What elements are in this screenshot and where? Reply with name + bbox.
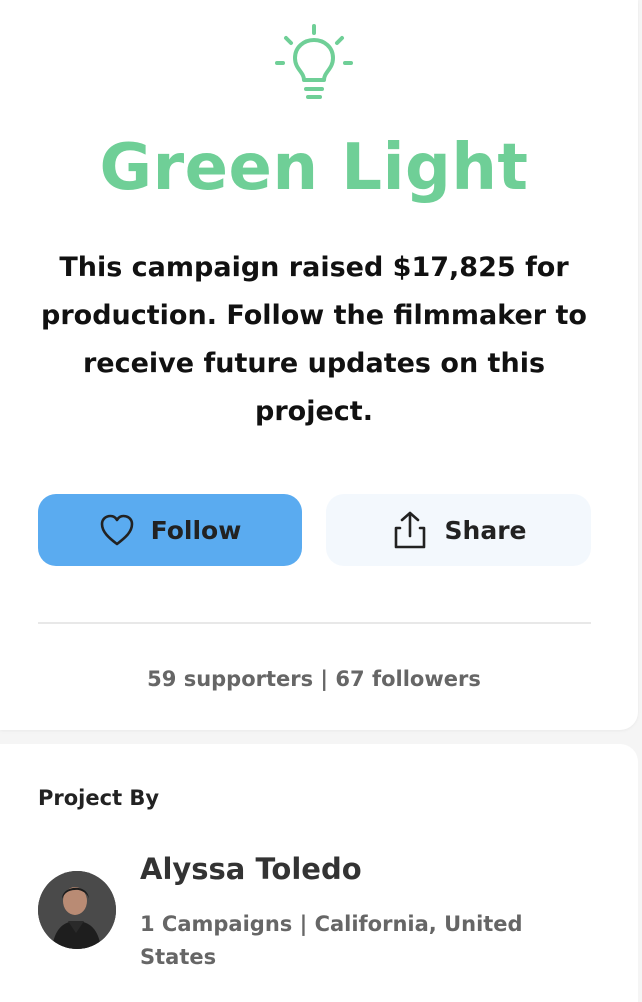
divider <box>38 622 591 624</box>
campaign-status-title: Green Light <box>99 131 529 205</box>
heart-icon <box>100 514 133 546</box>
campaign-status-card: Green Light This campaign raised $17,825… <box>0 0 638 730</box>
creator-name[interactable]: Alyssa Toledo <box>140 850 362 888</box>
project-by-label: Project By <box>38 786 160 810</box>
follow-button[interactable]: Follow <box>38 494 302 566</box>
campaign-description: This campaign raised $17,825 for product… <box>41 252 587 427</box>
avatar-photo <box>38 871 116 949</box>
lightbulb-icon <box>275 24 353 99</box>
creator-meta: 1 Campaigns | California, United States <box>140 912 523 969</box>
share-icon <box>394 511 425 549</box>
avatar[interactable] <box>38 871 116 949</box>
follow-button-label: Follow <box>150 515 242 545</box>
share-button-label: Share <box>444 515 527 545</box>
supporters-followers-count: 59 supporters | 67 followers <box>147 667 481 691</box>
share-button[interactable]: Share <box>326 494 591 566</box>
